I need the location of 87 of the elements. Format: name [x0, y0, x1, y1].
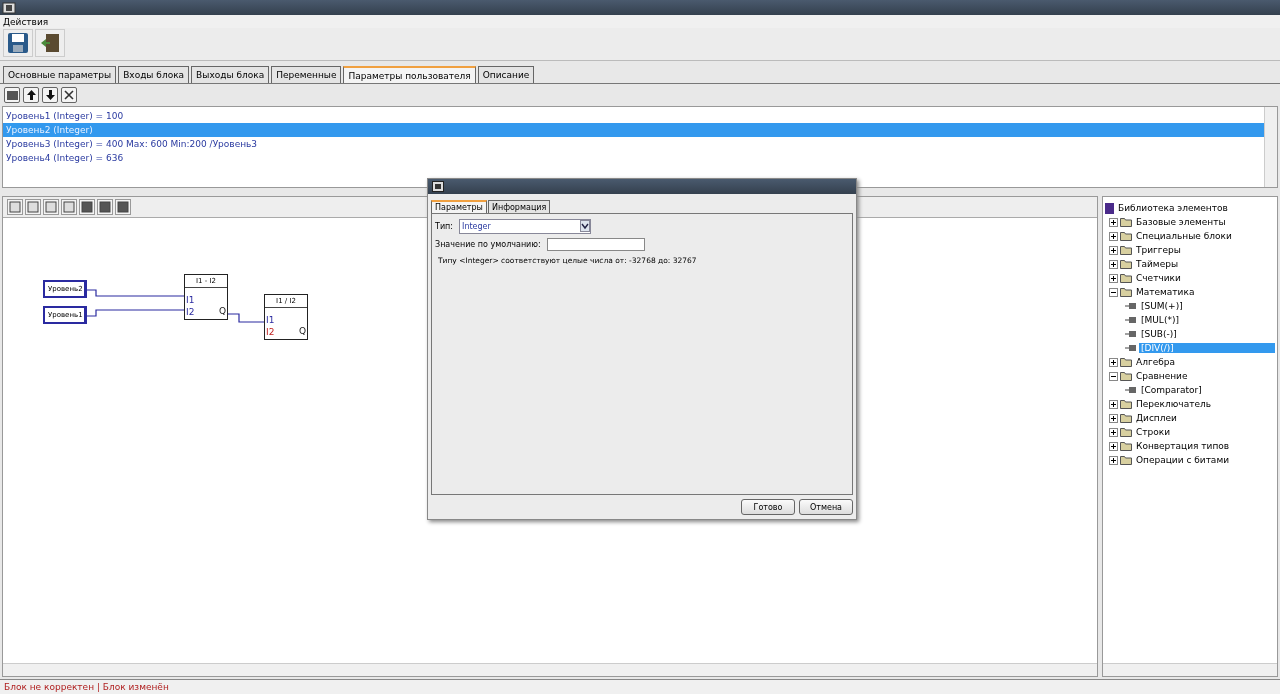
tab[interactable]: Информация	[487, 200, 551, 213]
tree-item[interactable]: Таймеры	[1134, 259, 1180, 269]
expand-icon[interactable]	[1109, 273, 1118, 283]
tab[interactable]: Основные параметры	[3, 66, 117, 83]
folder-icon	[1120, 217, 1132, 227]
collapse-icon[interactable]	[1109, 287, 1118, 297]
down-arrow-icon[interactable]	[42, 87, 58, 103]
tree-item[interactable]: [Comparator]	[1139, 385, 1204, 395]
tool-icon[interactable]	[97, 199, 113, 215]
tool-icon[interactable]	[115, 199, 131, 215]
pin-label: I2	[265, 327, 276, 338]
collapse-icon[interactable]	[1109, 371, 1118, 381]
tab[interactable]: Переменные	[271, 66, 342, 83]
folder-icon	[1120, 427, 1132, 437]
pin-label: Q	[217, 306, 227, 318]
tree-root[interactable]: Библиотека элементов	[1116, 203, 1230, 213]
folder-icon	[1120, 287, 1132, 297]
dialog-button[interactable]: Отмена	[799, 499, 853, 515]
folder-icon	[1120, 357, 1132, 367]
folder-icon	[1120, 413, 1132, 423]
parameter-row[interactable]: Уровень4 (Integer) = 636	[3, 151, 1264, 165]
folder-icon	[1120, 259, 1132, 269]
block-icon	[1125, 301, 1137, 311]
expand-icon[interactable]	[1109, 441, 1118, 451]
expand-icon[interactable]	[1109, 427, 1118, 437]
tree-item[interactable]: Счетчики	[1134, 273, 1183, 283]
tree-item[interactable]: Конвертация типов	[1134, 441, 1232, 451]
pin-label: I1	[185, 295, 196, 306]
tree-item[interactable]: Специальные блоки	[1134, 231, 1234, 241]
tree-item[interactable]: Операции с битами	[1134, 455, 1232, 465]
folder-icon	[1120, 231, 1132, 241]
folder-icon	[1120, 371, 1132, 381]
expand-icon[interactable]	[1109, 259, 1118, 269]
type-dropdown[interactable]: Integer	[459, 218, 591, 234]
expand-icon[interactable]	[1109, 245, 1118, 255]
save-icon[interactable]	[3, 29, 33, 57]
status-message: Блок не корректен | Блок изменён	[0, 679, 1280, 694]
pin-label: Q	[297, 326, 307, 338]
tree-item[interactable]: Триггеры	[1134, 245, 1183, 255]
folder-icon	[1120, 441, 1132, 451]
block-icon	[1125, 315, 1137, 325]
expand-icon[interactable]	[1109, 399, 1118, 409]
expand-icon[interactable]	[1109, 413, 1118, 423]
add-icon[interactable]	[4, 87, 20, 103]
tree-item[interactable]: Сравнение	[1134, 371, 1190, 381]
pin-label: I1	[265, 315, 276, 326]
dropdown-arrow-icon[interactable]	[580, 220, 590, 232]
tree-item[interactable]: Алгебра	[1134, 357, 1177, 367]
tree-item[interactable]: Переключатель	[1134, 399, 1213, 409]
tool-icon[interactable]	[79, 199, 95, 215]
expand-icon[interactable]	[1109, 357, 1118, 367]
tab[interactable]: Выходы блока	[191, 66, 270, 83]
tree-item[interactable]: Математика	[1134, 287, 1197, 297]
default-value-field[interactable]	[546, 237, 645, 251]
expand-icon[interactable]	[1109, 455, 1118, 465]
block-icon	[1125, 385, 1137, 395]
tree-item[interactable]: Строки	[1134, 427, 1173, 437]
delete-icon[interactable]	[61, 87, 77, 103]
up-arrow-icon[interactable]	[23, 87, 39, 103]
folder-icon	[1120, 455, 1132, 465]
tree-item[interactable]: Базовые элементы	[1134, 217, 1228, 227]
tree-item[interactable]: [MUL(*)]	[1139, 315, 1181, 325]
pin-label: I2	[185, 307, 196, 318]
tab[interactable]: Параметры	[431, 200, 487, 213]
parameter-row[interactable]: Уровень1 (Integer) = 100	[3, 109, 1264, 123]
book-icon	[1105, 202, 1114, 214]
tab[interactable]: Описание	[477, 66, 535, 83]
exit-icon[interactable]	[35, 29, 65, 57]
block-icon	[1125, 329, 1137, 339]
expand-icon[interactable]	[1109, 217, 1118, 227]
expand-icon[interactable]	[1109, 231, 1118, 241]
parameter-row[interactable]: Уровень3 (Integer) = 400 Max: 600 Min:200 /Уровень3	[3, 137, 1264, 151]
field-label: Значение по умолчанию:	[435, 239, 541, 249]
app-icon	[432, 181, 444, 192]
tree-item[interactable]: [SUM(+)]	[1139, 301, 1185, 311]
field-label: Тип:	[435, 221, 453, 231]
folder-icon	[1120, 399, 1132, 409]
block-icon	[1125, 343, 1137, 353]
tab[interactable]: Параметры пользователя	[343, 66, 476, 83]
folder-icon	[1120, 245, 1132, 255]
tab[interactable]: Входы блока	[118, 66, 190, 83]
tree-item[interactable]: Дисплеи	[1134, 413, 1179, 423]
menu-item[interactable]: Действия	[3, 16, 49, 27]
dialog-button[interactable]: Готово	[741, 499, 795, 515]
tree-item[interactable]: [SUB(-)]	[1139, 329, 1179, 339]
app-icon	[2, 1, 16, 14]
folder-icon	[1120, 273, 1132, 283]
